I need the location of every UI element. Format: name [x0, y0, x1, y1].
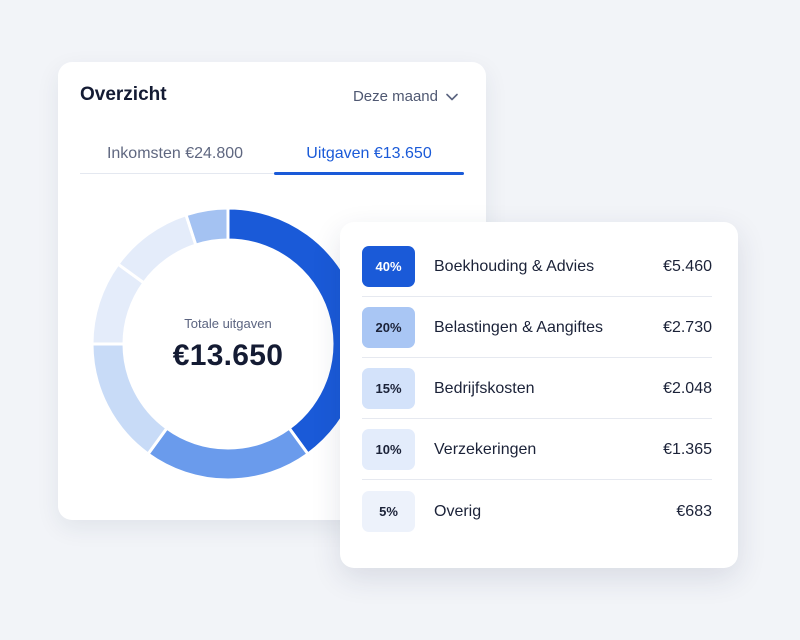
- chevron-down-icon: [446, 93, 458, 101]
- percentage-badge: 15%: [362, 368, 415, 409]
- percentage-badge: 10%: [362, 429, 415, 470]
- list-item[interactable]: 40% Boekhouding & Advies €5.460: [362, 236, 712, 297]
- list-item[interactable]: 10% Verzekeringen €1.365: [362, 419, 712, 480]
- list-item[interactable]: 5% Overig €683: [362, 481, 712, 542]
- category-amount: €5.460: [663, 257, 712, 275]
- category-amount: €1.365: [663, 440, 712, 458]
- donut-total-label: Totale uitgaven: [184, 315, 272, 331]
- row-divider: [362, 479, 712, 480]
- tab-inkomsten-label: Inkomsten €24.800: [106, 145, 244, 162]
- expense-breakdown-card: 40% Boekhouding & Advies €5.460 20% Bela…: [340, 222, 738, 568]
- category-name: Boekhouding & Advies: [434, 257, 595, 275]
- donut-center: Totale uitgaven €13.650: [92, 208, 364, 480]
- category-name: Belastingen & Aangiftes: [434, 318, 604, 336]
- category-name: Overig: [434, 502, 482, 520]
- list-item[interactable]: 20% Belastingen & Aangiftes €2.730: [362, 297, 712, 358]
- list-item[interactable]: 15% Bedrijfskosten €2.048: [362, 358, 712, 419]
- card-title: Overzicht: [80, 84, 167, 105]
- percentage-badge: 40%: [362, 246, 415, 287]
- percentage-badge: 20%: [362, 307, 415, 348]
- tab-inkomsten[interactable]: Inkomsten €24.800: [80, 134, 270, 174]
- period-label: Deze maand: [352, 88, 438, 105]
- active-tab-indicator: [274, 172, 464, 175]
- category-name: Verzekeringen: [434, 440, 537, 458]
- category-amount: €2.048: [663, 379, 712, 397]
- tab-uitgaven[interactable]: Uitgaven €13.650: [274, 134, 464, 175]
- tabs: Inkomsten €24.800 Uitgaven €13.650: [80, 134, 464, 175]
- donut-total-value: €13.650: [172, 338, 284, 372]
- category-amount: €683: [676, 502, 712, 520]
- category-name: Bedrijfskosten: [434, 379, 535, 397]
- period-dropdown[interactable]: Deze maand: [353, 88, 458, 105]
- category-amount: €2.730: [663, 318, 712, 336]
- tab-uitgaven-label: Uitgaven €13.650: [306, 145, 432, 162]
- percentage-badge: 5%: [362, 491, 415, 532]
